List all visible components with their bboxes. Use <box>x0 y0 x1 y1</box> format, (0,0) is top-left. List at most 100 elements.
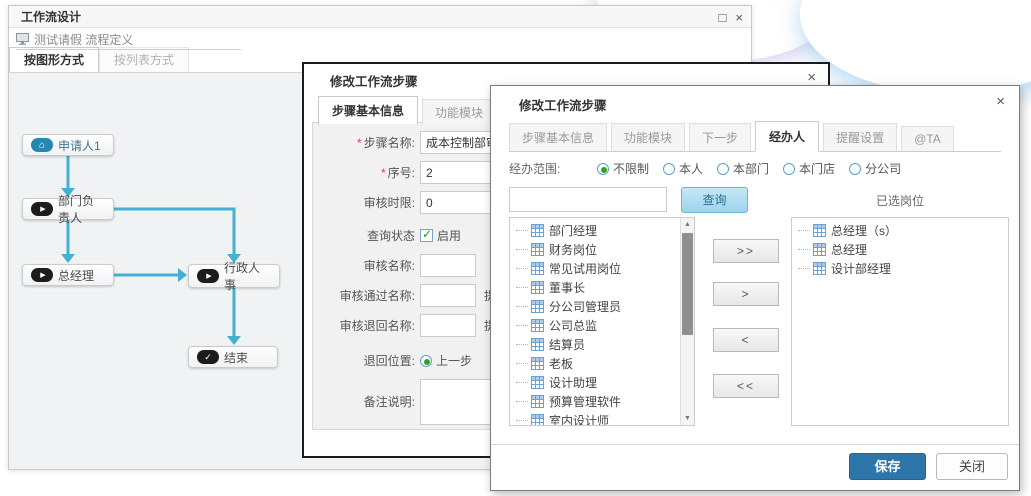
table-icon <box>813 243 826 256</box>
table-icon <box>531 243 544 256</box>
tab-at-ta[interactable]: @TA <box>901 126 954 151</box>
required-asterisk: * <box>381 166 386 180</box>
tab-reminder-settings[interactable]: 提醒设置 <box>823 123 897 151</box>
table-icon <box>813 262 826 275</box>
prev-step-radio[interactable] <box>420 355 432 367</box>
search-input[interactable] <box>509 187 667 212</box>
tab-graphic-mode[interactable]: 按图形方式 <box>9 47 99 72</box>
radio-icon[interactable] <box>783 163 795 175</box>
tab-function-module[interactable]: 功能模块 <box>611 123 685 151</box>
flow-node-general-manager[interactable]: ▶ 总经理 <box>22 264 114 286</box>
play-icon: ▶ <box>31 202 53 216</box>
table-icon <box>813 224 826 237</box>
pass-name-label: 审核通过名称: <box>313 287 415 304</box>
move-right-button[interactable]: > <box>713 282 779 306</box>
radio-icon[interactable] <box>849 163 861 175</box>
edit-step-dialog: 修改工作流步骤 × 步骤基本信息 功能模块 下一步 经办人 提醒设置 @TA 经… <box>490 85 1020 491</box>
table-icon <box>531 300 544 313</box>
scope-option-store[interactable]: 本门店 <box>783 160 835 177</box>
close-icon[interactable]: × <box>735 11 743 24</box>
flow-node-label: 部门负责人 <box>58 192 105 226</box>
scroll-up-icon[interactable]: ▲ <box>681 218 694 231</box>
maximize-icon[interactable]: □ <box>719 11 727 24</box>
list-item[interactable]: 分公司管理员 <box>510 297 680 316</box>
pass-name-input[interactable] <box>420 284 476 307</box>
list-item[interactable]: 部门经理 <box>510 221 680 240</box>
return-name-input[interactable] <box>420 314 476 337</box>
window-title: 工作流设计 <box>9 8 81 25</box>
enabled-checkbox[interactable] <box>420 229 433 242</box>
list-item[interactable]: 公司总监 <box>510 316 680 335</box>
scrollbar-thumb[interactable] <box>682 233 693 335</box>
list-item[interactable]: 董事长 <box>510 278 680 297</box>
scope-label: 经办范围: <box>509 160 597 177</box>
close-button[interactable]: 关闭 <box>936 453 1008 480</box>
flow-node-label: 行政人事 <box>224 259 271 293</box>
table-icon <box>531 357 544 370</box>
table-icon <box>531 281 544 294</box>
table-icon <box>531 262 544 275</box>
flow-node-label: 申请人1 <box>58 137 101 154</box>
close-icon[interactable]: × <box>996 94 1005 109</box>
monitor-icon <box>16 33 29 45</box>
list-item[interactable]: 预算管理软件 <box>510 392 680 411</box>
list-item[interactable]: 设计助理 <box>510 373 680 392</box>
prev-step-label: 上一步 <box>436 352 472 369</box>
return-name-label: 审核退回名称: <box>313 317 415 334</box>
flow-node-admin-hr[interactable]: ▶ 行政人事 <box>188 264 280 288</box>
process-name-label: 测试请假 流程定义 <box>34 31 133 48</box>
window-titlebar: 工作流设计 □ × <box>9 6 751 28</box>
move-all-right-button[interactable]: >> <box>713 239 779 263</box>
radio-icon[interactable] <box>597 163 609 175</box>
table-icon <box>531 224 544 237</box>
tab-basic-info[interactable]: 步骤基本信息 <box>318 96 418 125</box>
list-item[interactable]: 设计部经理 <box>792 259 1008 278</box>
close-icon[interactable]: × <box>807 70 816 85</box>
list-item[interactable]: 室内设计师 <box>510 411 680 425</box>
audit-name-label: 审核名称: <box>313 257 415 274</box>
time-limit-label: 审核时限: <box>313 194 415 211</box>
available-positions-list[interactable]: 部门经理 财务岗位 常见试用岗位 董事长 分公司管理员 公司总监 结算员 老板 … <box>509 217 695 426</box>
handler-scope-row: 经办范围: 不限制 本人 本部门 本门店 分公司 <box>509 160 915 177</box>
list-item[interactable]: 财务岗位 <box>510 240 680 259</box>
scope-option-self[interactable]: 本人 <box>663 160 703 177</box>
radio-icon[interactable] <box>663 163 675 175</box>
dialog-title: 修改工作流步骤 <box>519 95 607 114</box>
footer-divider <box>491 444 1019 445</box>
tab-list-mode[interactable]: 按列表方式 <box>99 47 189 72</box>
audit-name-input[interactable] <box>420 254 476 277</box>
table-icon <box>531 395 544 408</box>
play-icon: ▶ <box>197 269 219 283</box>
flow-node-label: 总经理 <box>58 267 94 284</box>
scroll-down-icon[interactable]: ▼ <box>681 412 694 425</box>
cloud-shape <box>800 0 1031 94</box>
save-button[interactable]: 保存 <box>849 453 926 480</box>
flow-node-applicant[interactable]: ⌂ 申请人1 <box>22 134 114 156</box>
flow-node-dept-head[interactable]: ▶ 部门负责人 <box>22 198 114 220</box>
check-icon: ✓ <box>197 350 219 364</box>
dialog-title: 修改工作流步骤 <box>330 71 418 90</box>
scope-option-branch[interactable]: 分公司 <box>849 160 901 177</box>
list-item[interactable]: 总经理（s） <box>792 221 1008 240</box>
step-name-label: *步骤名称: <box>313 134 415 151</box>
tab-next-step[interactable]: 下一步 <box>689 123 751 151</box>
query-button[interactable]: 查询 <box>681 187 748 213</box>
list-item[interactable]: 常见试用岗位 <box>510 259 680 278</box>
tab-handler[interactable]: 经办人 <box>755 121 819 152</box>
tab-basic-info[interactable]: 步骤基本信息 <box>509 123 607 151</box>
flow-node-end[interactable]: ✓ 结束 <box>188 346 278 368</box>
move-all-left-button[interactable]: << <box>713 374 779 398</box>
remark-label: 备注说明: <box>313 379 415 410</box>
list-item[interactable]: 结算员 <box>510 335 680 354</box>
radio-icon[interactable] <box>717 163 729 175</box>
scope-option-unlimited[interactable]: 不限制 <box>597 160 649 177</box>
move-left-button[interactable]: < <box>713 328 779 352</box>
selected-positions-list[interactable]: 总经理（s） 总经理 设计部经理 <box>791 217 1009 426</box>
list-item[interactable]: 总经理 <box>792 240 1008 259</box>
selected-positions-header: 已选岗位 <box>791 192 1009 209</box>
scope-option-department[interactable]: 本部门 <box>717 160 769 177</box>
tab-function-module[interactable]: 功能模块 <box>422 99 496 125</box>
list-item[interactable]: 老板 <box>510 354 680 373</box>
table-icon <box>531 376 544 389</box>
list-scrollbar[interactable]: ▲ ▼ <box>680 218 694 425</box>
